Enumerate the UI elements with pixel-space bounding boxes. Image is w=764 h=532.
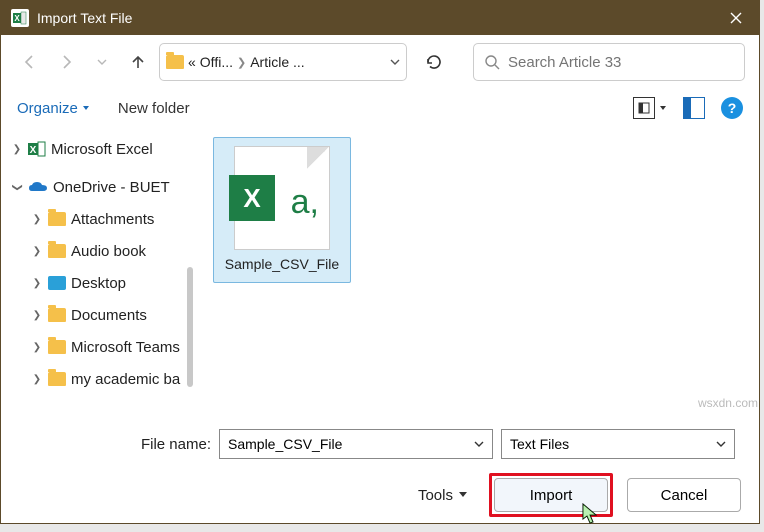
highlight-annotation: Import [489,473,613,517]
folder-icon [48,340,66,354]
tree-item[interactable]: ❯ Audio book [11,235,191,267]
tree-label: Documents [71,307,147,324]
search-input[interactable] [508,54,734,71]
breadcrumb[interactable]: « Offi... ❯ Article ... [159,43,407,81]
filetype-filter[interactable]: Text Files [501,429,735,459]
desktop-icon [48,276,66,290]
new-folder-button[interactable]: New folder [118,100,190,117]
chevron-down-icon [659,104,667,112]
tree-item-excel[interactable]: ❯ X Microsoft Excel [11,133,191,165]
filename-label: File name: [1,436,211,453]
up-button[interactable] [123,47,153,77]
tools-menu[interactable]: Tools [418,487,467,504]
chevron-down-icon[interactable] [716,439,726,449]
organize-menu[interactable]: Organize [17,100,90,117]
tree-item[interactable]: ❯ Documents [11,299,191,331]
expand-icon[interactable]: ❯ [31,310,43,321]
expand-icon[interactable]: ❯ [31,214,43,225]
file-thumbnail: X a, [234,146,330,250]
view-menu[interactable] [633,97,667,119]
folder-icon [48,212,66,226]
forward-button[interactable] [51,47,81,77]
tree-item[interactable]: ❯ Desktop [11,267,191,299]
titlebar: X Import Text File [1,1,759,35]
folder-icon [48,308,66,322]
breadcrumb-seg1[interactable]: Offi... [200,54,233,70]
back-button[interactable] [15,47,45,77]
folder-icon [48,372,66,386]
file-name-label: Sample_CSV_File [225,256,339,272]
file-list[interactable]: X a, Sample_CSV_File [193,127,759,417]
import-button[interactable]: Import [494,478,608,512]
expand-icon[interactable]: ❯ [31,246,43,257]
preview-pane-button[interactable] [683,97,705,119]
tree-label: Desktop [71,275,126,292]
expand-icon[interactable]: ❯ [31,342,43,353]
watermark: wsxdn.com [698,396,758,410]
tree-label: Attachments [71,211,154,228]
chevron-down-icon[interactable] [474,439,484,449]
tree-item[interactable]: ❯ my academic ba [11,363,191,395]
tree-label: Microsoft Excel [51,141,153,158]
onedrive-icon [28,180,48,194]
tree-label: Microsoft Teams [71,339,180,356]
csv-hint-icon: a, [291,183,319,222]
help-button[interactable]: ? [721,97,743,119]
tree-item[interactable]: ❯ Microsoft Teams [11,331,191,363]
excel-badge-icon: X [229,175,275,221]
collapse-icon[interactable]: ❯ [12,181,23,193]
tree-label: my academic ba [71,371,180,388]
dialog-title: Import Text File [37,10,132,26]
filename-value: Sample_CSV_File [228,436,342,452]
filter-value: Text Files [510,436,569,452]
import-dialog: X Import Text File « Offi... ❯ Article .… [0,0,760,524]
file-item-selected[interactable]: X a, Sample_CSV_File [213,137,351,283]
expand-icon[interactable]: ❯ [31,374,43,385]
breadcrumb-prefix: « [188,54,196,70]
folder-icon [48,244,66,258]
search-box[interactable] [473,43,745,81]
view-icon [633,97,655,119]
footer: File name: Sample_CSV_File Text Files To… [1,417,759,529]
chevron-right-icon: ❯ [237,56,246,69]
excel-icon: X [28,140,46,158]
svg-text:X: X [30,145,37,156]
refresh-button[interactable] [417,45,451,79]
organize-label: Organize [17,100,78,117]
search-icon [484,54,500,70]
chevron-down-icon [459,491,467,499]
tree-item-onedrive[interactable]: ❯ OneDrive - BUET [11,171,191,203]
nav-tree: ❯ X Microsoft Excel ❯ OneDrive - BUET ❯ A… [1,127,193,417]
breadcrumb-dropdown[interactable] [390,54,400,70]
tree-label: OneDrive - BUET [53,179,170,196]
tree-label: Audio book [71,243,146,260]
recent-dropdown[interactable] [87,47,117,77]
svg-text:X: X [14,14,20,23]
toolbar: Organize New folder ? [1,89,759,127]
excel-app-icon: X [11,9,29,27]
tools-label: Tools [418,487,453,504]
tree-item[interactable]: ❯ Attachments [11,203,191,235]
filename-combobox[interactable]: Sample_CSV_File [219,429,493,459]
expand-icon[interactable]: ❯ [11,144,23,155]
expand-icon[interactable]: ❯ [31,278,43,289]
close-button[interactable] [713,1,759,35]
chevron-down-icon [82,104,90,112]
nav-row: « Offi... ❯ Article ... [1,35,759,89]
body-area: ❯ X Microsoft Excel ❯ OneDrive - BUET ❯ A… [1,127,759,417]
cancel-button[interactable]: Cancel [627,478,741,512]
breadcrumb-seg2[interactable]: Article ... [250,54,304,70]
folder-icon [166,55,184,69]
